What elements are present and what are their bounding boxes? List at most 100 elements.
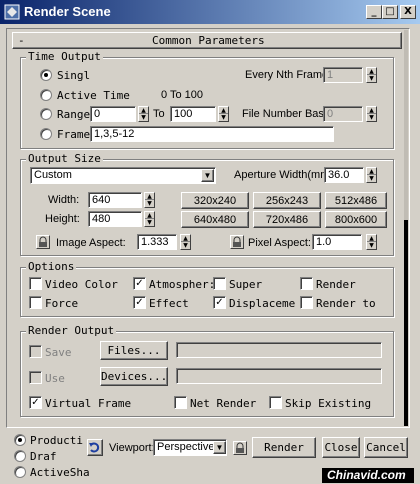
- close-window-button[interactable]: X: [400, 5, 416, 19]
- video-color-label: Video Color: [45, 278, 118, 291]
- frames-field[interactable]: 1,3,5-12: [90, 126, 334, 142]
- swap-icon[interactable]: [87, 439, 103, 456]
- output-file-path: [176, 342, 382, 358]
- range-label: Range: [57, 108, 91, 121]
- pixel-aspect-label: Pixel Aspect:: [248, 237, 311, 249]
- chevron-down-icon[interactable]: ▼: [201, 169, 214, 182]
- active-time-label: Active Time: [57, 89, 130, 102]
- aperture-field[interactable]: 36.0: [324, 167, 364, 183]
- every-nth-label: Every Nth Frame:: [245, 69, 332, 81]
- range-from-field[interactable]: 0: [90, 106, 136, 122]
- force-2sided-checkbox[interactable]: [29, 296, 42, 309]
- displacement-label: Displaceme: [229, 297, 296, 310]
- net-render-checkbox[interactable]: [174, 396, 187, 409]
- use-device-checkbox[interactable]: [29, 371, 42, 384]
- image-aspect-label: Image Aspect:: [56, 237, 126, 249]
- atmospherics-checkbox[interactable]: ✓: [133, 277, 146, 290]
- use-device-label: Use: [45, 372, 65, 385]
- activeshade-radio[interactable]: [14, 466, 26, 478]
- rollout-title: Common Parameters: [152, 34, 265, 47]
- preset-800x600-button[interactable]: 800x600: [325, 211, 387, 228]
- rollout-collapse-icon: -: [18, 34, 25, 47]
- close-button[interactable]: Close: [322, 437, 360, 458]
- save-file-checkbox[interactable]: [29, 345, 42, 358]
- options-legend: Options: [26, 260, 77, 273]
- image-aspect-lock-icon[interactable]: [36, 235, 50, 249]
- every-nth-spinner[interactable]: ▲ ▼: [366, 67, 377, 83]
- draft-radio[interactable]: [14, 450, 26, 462]
- active-time-radio[interactable]: [40, 89, 52, 101]
- skip-existing-checkbox[interactable]: [269, 396, 282, 409]
- preset-256x243-button[interactable]: 256x243: [253, 192, 321, 209]
- scrollbar-thumb[interactable]: [404, 220, 408, 426]
- devices-button[interactable]: Devices...: [100, 367, 168, 386]
- production-label: Producti: [30, 434, 83, 447]
- virtual-frame-checkbox[interactable]: ✓: [29, 396, 42, 409]
- active-time-range: 0 To 100: [161, 89, 204, 101]
- super-black-checkbox[interactable]: [213, 277, 226, 290]
- draft-label: Draf: [30, 450, 57, 463]
- pixel-aspect-lock-icon[interactable]: [230, 235, 244, 249]
- preset-720x486-button[interactable]: 720x486: [253, 211, 321, 228]
- height-field[interactable]: 480: [88, 211, 142, 227]
- effects-checkbox[interactable]: ✓: [133, 296, 146, 309]
- force-2sided-label: Force: [45, 297, 79, 310]
- single-label: Singl: [57, 69, 91, 82]
- render-hidden-label: Render: [316, 278, 356, 291]
- frames-label: Frame: [57, 128, 91, 141]
- minimize-button[interactable]: _: [366, 5, 382, 19]
- frames-radio[interactable]: [40, 128, 52, 140]
- window-title: Render Scene: [24, 4, 111, 19]
- files-button[interactable]: Files...: [100, 341, 168, 360]
- file-number-base-field[interactable]: 0: [323, 106, 363, 122]
- range-radio[interactable]: [40, 108, 52, 120]
- aperture-label: Aperture Width(mm):: [234, 169, 337, 181]
- activeshade-label: ActiveSha: [30, 466, 90, 479]
- viewport-lock-icon[interactable]: [233, 441, 247, 455]
- height-label: Height:: [45, 213, 80, 225]
- range-to-label: To: [153, 108, 165, 120]
- net-render-label: Net Render: [190, 397, 257, 410]
- production-radio[interactable]: [14, 434, 26, 446]
- range-to-spinner[interactable]: ▲ ▼: [218, 106, 229, 122]
- aperture-spinner[interactable]: ▲ ▼: [366, 167, 377, 183]
- viewport-chevron-down-icon[interactable]: ▼: [213, 441, 226, 454]
- image-aspect-spinner[interactable]: ▲ ▼: [180, 234, 191, 250]
- width-field[interactable]: 640: [88, 192, 142, 208]
- render-output-legend: Render Output: [26, 324, 117, 337]
- height-spinner[interactable]: ▲ ▼: [144, 211, 155, 227]
- width-label: Width:: [48, 194, 80, 206]
- cancel-button[interactable]: Cancel: [364, 437, 408, 458]
- render-hidden-checkbox[interactable]: [300, 277, 313, 290]
- viewport-label: Viewport:: [109, 442, 155, 454]
- image-aspect-field[interactable]: 1.333: [137, 234, 177, 250]
- pixel-aspect-field[interactable]: 1.0: [312, 234, 362, 250]
- preset-320x240-button[interactable]: 320x240: [181, 192, 249, 209]
- file-number-base-label: File Number Base:: [242, 108, 334, 120]
- video-color-checkbox[interactable]: [29, 277, 42, 290]
- range-from-spinner[interactable]: ▲ ▼: [138, 106, 149, 122]
- maximize-button[interactable]: □: [382, 5, 398, 19]
- every-nth-field[interactable]: 1: [323, 67, 363, 83]
- atmospherics-label: Atmospher:: [149, 278, 216, 291]
- virtual-frame-label: Virtual Frame: [45, 397, 132, 410]
- effects-label: Effect: [149, 297, 189, 310]
- range-to-field[interactable]: 100: [170, 106, 216, 122]
- time-output-legend: Time Output: [26, 50, 103, 63]
- render-to-fields-label: Render to: [316, 297, 376, 310]
- watermark: Chinavid.com: [327, 468, 406, 482]
- skip-existing-label: Skip Existing: [285, 397, 372, 410]
- file-number-base-spinner[interactable]: ▲ ▼: [366, 106, 377, 122]
- size-preset-dropdown[interactable]: Custom: [30, 167, 216, 184]
- output-size-legend: Output Size: [26, 152, 103, 165]
- render-button[interactable]: Render: [252, 437, 316, 458]
- pixel-aspect-spinner[interactable]: ▲ ▼: [366, 234, 377, 250]
- displacement-checkbox[interactable]: ✓: [213, 296, 226, 309]
- output-device-path: [176, 368, 382, 384]
- single-radio[interactable]: [40, 69, 52, 81]
- save-file-label: Save: [45, 346, 72, 359]
- width-spinner[interactable]: ▲ ▼: [144, 192, 155, 208]
- render-to-fields-checkbox[interactable]: [300, 296, 313, 309]
- preset-640x480-button[interactable]: 640x480: [181, 211, 249, 228]
- preset-512x486-button[interactable]: 512x486: [325, 192, 387, 209]
